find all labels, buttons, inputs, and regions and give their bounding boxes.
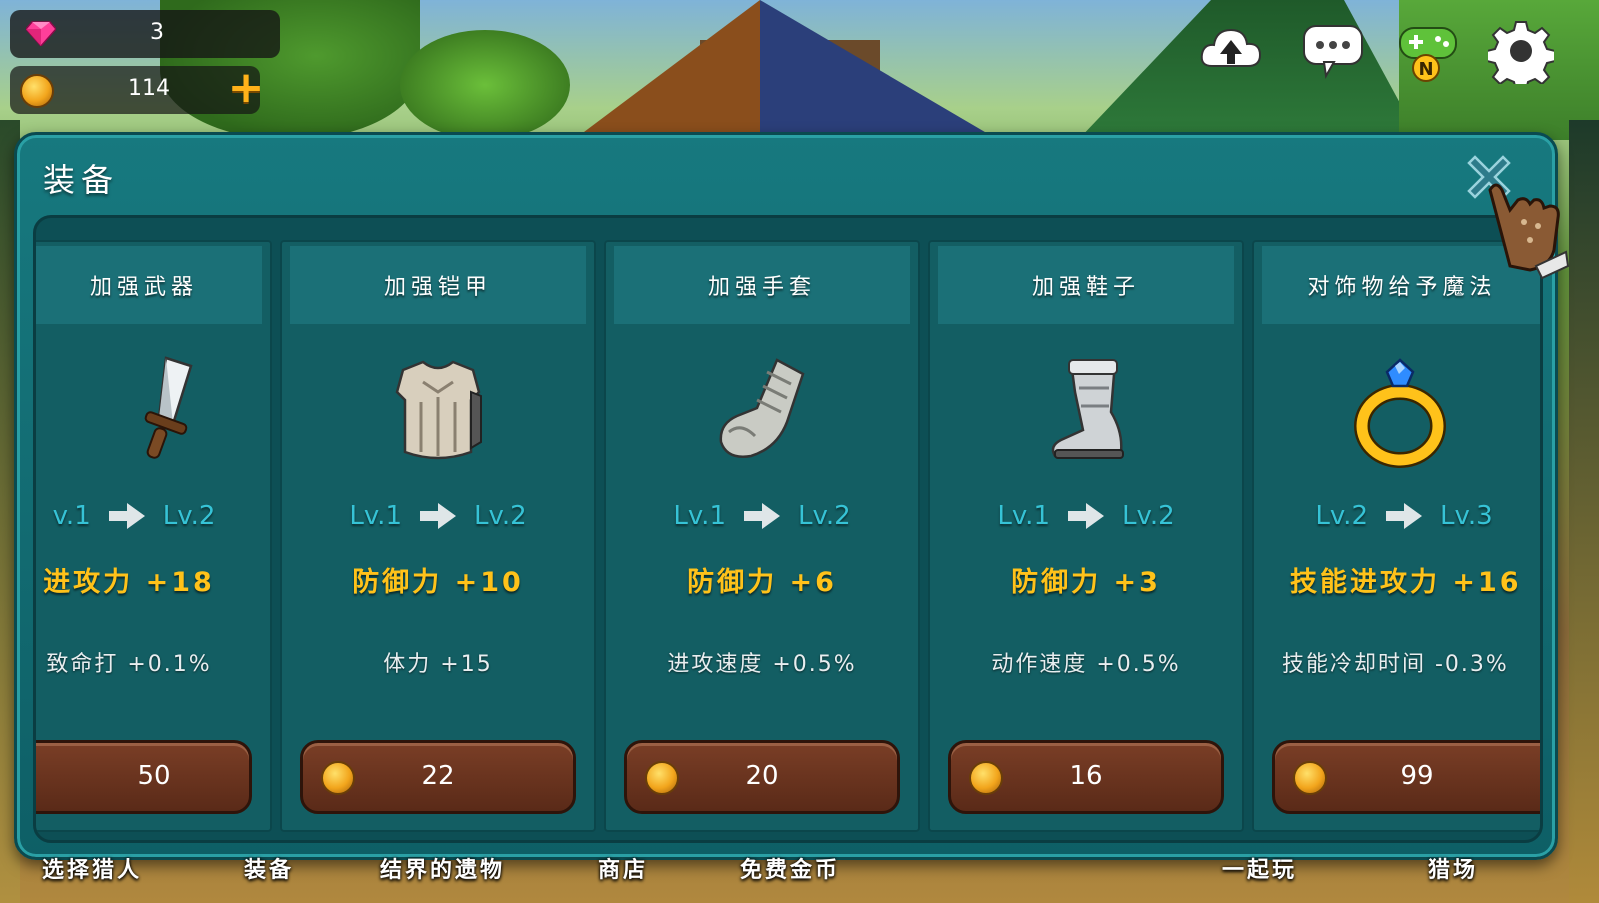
gear-icon[interactable] [1488, 18, 1554, 84]
stat-main: 防御力 +10 [352, 567, 524, 598]
bottom-nav: 选择猎人 装备 结界的遗物 商店 免费金币 一起玩 猎场 [0, 852, 1599, 892]
nav-play-together[interactable]: 一起玩 [1222, 852, 1297, 884]
house-roof-right [760, 0, 990, 135]
gamepad-badge: N [1418, 59, 1433, 80]
level-to: Lv.2 [1122, 501, 1175, 531]
background-house [580, 0, 1040, 140]
equipment-panel: 装备 加强武器 v.1 Lv.2 进攻力 +18 致命打 +0.1% 50 加强… [14, 132, 1558, 860]
coin-count: 114 [128, 76, 170, 101]
dagger-icon [144, 356, 193, 459]
price-value: 16 [1069, 761, 1103, 791]
stat-sub: 进攻速度 +0.5% [667, 652, 857, 677]
add-coins-button[interactable]: + [226, 66, 266, 110]
boot-icon [1051, 359, 1124, 459]
level-from: v.1 [52, 501, 91, 531]
arrow-right-icon [744, 503, 780, 529]
level-to: Lv.2 [474, 501, 527, 531]
arrow-right-icon [420, 503, 456, 529]
level-row: Lv.2 Lv.3 [1252, 496, 1540, 536]
gem-counter: 3 [10, 10, 280, 58]
gem-count: 3 [150, 20, 164, 45]
nav-barrier-relic[interactable]: 结界的遗物 [380, 852, 505, 884]
card-header: 加强鞋子 [938, 246, 1234, 324]
level-row: Lv.1 Lv.2 [280, 496, 596, 536]
cloud-upload-icon[interactable] [1198, 18, 1264, 84]
hand-pointer-icon [1488, 183, 1570, 280]
stat-main: 进攻力 +18 [43, 567, 215, 598]
nav-select-hunter[interactable]: 选择猎人 [42, 852, 142, 884]
upgrade-price-button[interactable]: 99 [1272, 740, 1540, 814]
level-from: Lv.1 [349, 501, 402, 531]
stat-main: 防御力 +3 [1011, 567, 1161, 598]
stat-sub: 动作速度 +0.5% [991, 652, 1181, 677]
card-title: 加强铠甲 [383, 275, 492, 300]
level-to: Lv.3 [1440, 501, 1493, 531]
level-to: Lv.2 [798, 501, 851, 531]
upgrade-card-boots: 加强鞋子 Lv.1 Lv.2 防御力 +3 动作速度 +0.5% 16 [928, 240, 1244, 832]
upgrade-price-button[interactable]: 16 [948, 740, 1224, 814]
armor-icon [395, 360, 482, 460]
background-ground-right [1569, 120, 1599, 903]
gamepad-icon[interactable]: N [1396, 18, 1462, 84]
card-header: 加强手套 [614, 246, 910, 324]
level-row: Lv.1 Lv.2 [928, 496, 1244, 536]
coin-icon [20, 74, 54, 108]
upgrade-card-gloves: 加强手套 Lv.1 Lv.2 防御力 +6 进攻速度 +0.5% 20 [604, 240, 920, 832]
price-value: 20 [745, 761, 779, 791]
gauntlet-icon [719, 358, 805, 458]
upgrade-price-button[interactable]: 20 [624, 740, 900, 814]
ring-icon [1354, 358, 1446, 468]
stat-sub: 技能冷却时间 -0.3% [1282, 652, 1509, 677]
panel-title: 装备 [43, 161, 120, 199]
nav-free-coins[interactable]: 免费金币 [740, 852, 840, 884]
nav-hunting-ground[interactable]: 猎场 [1428, 852, 1478, 884]
card-header: 加强武器 [36, 246, 262, 324]
stat-main: 防御力 +6 [687, 567, 837, 598]
upgrade-card-accessory: 对饰物给予魔法 Lv.2 Lv.3 技能进攻力 +16 技能冷却时间 -0.3%… [1252, 240, 1540, 832]
level-row: v.1 Lv.2 [36, 496, 272, 536]
card-title: 加强鞋子 [1031, 275, 1140, 300]
background-bush [400, 30, 570, 140]
price-value: 99 [1400, 761, 1434, 791]
house-roof-left [580, 0, 760, 135]
arrow-right-icon [1386, 503, 1422, 529]
chat-icon[interactable] [1300, 18, 1366, 84]
card-title: 加强武器 [89, 275, 198, 300]
nav-shop[interactable]: 商店 [598, 852, 648, 884]
price-value: 50 [137, 761, 171, 791]
level-row: Lv.1 Lv.2 [604, 496, 920, 536]
level-from: Lv.2 [1315, 501, 1368, 531]
upgrade-price-button[interactable]: 50 [36, 740, 252, 814]
upgrade-card-armor: 加强铠甲 Lv.1 Lv.2 防御力 +10 体力 +15 22 [280, 240, 596, 832]
stat-sub: 体力 +15 [383, 652, 493, 677]
upgrade-card-list[interactable]: 加强武器 v.1 Lv.2 进攻力 +18 致命打 +0.1% 50 加强铠甲 … [33, 215, 1543, 843]
level-to: Lv.2 [162, 501, 216, 531]
stat-sub: 致命打 +0.1% [46, 652, 212, 677]
level-from: Lv.1 [673, 501, 726, 531]
arrow-right-icon [108, 503, 145, 529]
level-from: Lv.1 [997, 501, 1050, 531]
upgrade-price-button[interactable]: 22 [300, 740, 576, 814]
card-title: 对饰物给予魔法 [1307, 275, 1497, 300]
stat-main: 技能进攻力 +16 [1290, 567, 1522, 598]
gem-icon [26, 21, 56, 46]
coin-counter: 114 + [10, 66, 264, 114]
card-header: 加强铠甲 [290, 246, 586, 324]
upgrade-card-weapon: 加强武器 v.1 Lv.2 进攻力 +18 致命打 +0.1% 50 [36, 240, 272, 832]
nav-equipment[interactable]: 装备 [244, 852, 294, 884]
arrow-right-icon [1068, 503, 1104, 529]
card-title: 加强手套 [707, 275, 816, 300]
price-value: 22 [421, 761, 455, 791]
